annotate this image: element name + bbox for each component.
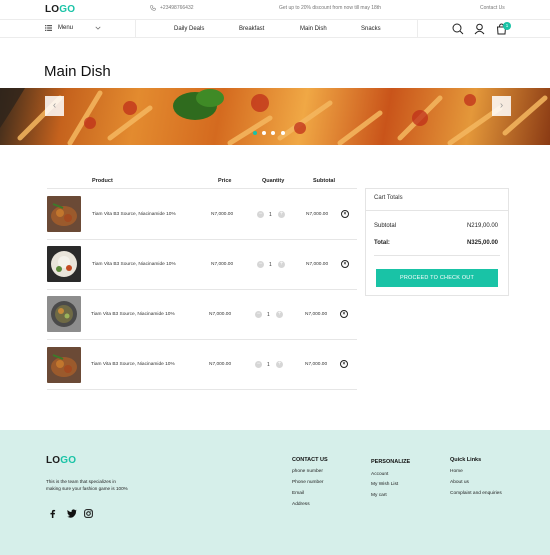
column-header-subtotal: Subtotal	[313, 178, 335, 184]
page-title: Main Dish	[44, 63, 111, 80]
carousel-dot[interactable]	[253, 131, 257, 135]
hero-prev-arrow[interactable]: ‹	[45, 96, 64, 116]
product-subtotal: N7,000.00	[306, 212, 329, 217]
header-logo[interactable]: LOGO	[45, 4, 75, 15]
top-bar: LOGO +23498766432 Get up to 20% discount…	[0, 0, 550, 19]
totals-divider	[366, 210, 508, 211]
remove-item-button[interactable]: ×	[341, 260, 349, 268]
quantity-increase-button[interactable]: +	[278, 261, 285, 268]
product-thumbnail[interactable]	[47, 296, 81, 332]
footer-link[interactable]: My Wish List	[371, 482, 398, 487]
column-header-quantity: Quantity	[262, 178, 285, 184]
footer-tagline: This is the team that specializes in mak…	[46, 479, 128, 491]
table-divider	[47, 188, 357, 189]
footer-link[interactable]: My cart	[371, 493, 387, 498]
totals-divider	[374, 255, 500, 256]
carousel-dot[interactable]	[281, 131, 285, 135]
column-header-price: Price	[218, 178, 232, 184]
carousel-dot[interactable]	[262, 131, 266, 135]
footer-logo[interactable]: LOGO	[46, 455, 76, 466]
footer-link[interactable]: Email	[292, 491, 304, 496]
menu-label: Menu	[58, 25, 74, 31]
footer-link[interactable]: About us	[450, 480, 469, 485]
table-divider	[47, 339, 357, 340]
quantity-decrease-button[interactable]: −	[257, 211, 264, 218]
product-price: N7,000.00	[209, 362, 232, 367]
footer-link[interactable]: Address	[292, 502, 310, 507]
table-divider	[47, 239, 357, 240]
footer-link[interactable]: Phone number	[292, 480, 323, 485]
product-name[interactable]: Tiam Vita B3 Source, Niacinamide 10%	[92, 212, 176, 217]
nav-divider	[135, 20, 136, 38]
subtotal-value: N219,00.00	[466, 223, 498, 229]
quantity-decrease-button[interactable]: −	[257, 261, 264, 268]
nav-divider	[417, 20, 418, 38]
product-thumbnail[interactable]	[47, 196, 81, 232]
nav-link-daily-deals[interactable]: Daily Deals	[174, 26, 204, 32]
quantity-decrease-button[interactable]: −	[255, 361, 262, 368]
carousel-dot[interactable]	[271, 131, 275, 135]
footer: LOGO This is the team that specializes i…	[0, 430, 550, 555]
product-price: N7,000.00	[211, 212, 234, 217]
footer-heading-quick-links: Quick Links	[450, 457, 482, 463]
footer-link[interactable]: Account	[371, 472, 388, 477]
total-value: N325,00.00	[466, 240, 498, 246]
nav-link-snacks[interactable]: Snacks	[361, 26, 381, 32]
main-nav: Menu Daily Deals Breakfast Main Dish Sna…	[0, 19, 550, 38]
footer-heading-personalize: PERSONALIZE	[371, 459, 411, 465]
quantity-increase-button[interactable]: +	[276, 311, 283, 318]
user-icon[interactable]	[474, 23, 485, 35]
total-label: Total:	[374, 240, 390, 246]
footer-link[interactable]: phone number	[292, 469, 323, 474]
quantity-increase-button[interactable]: +	[278, 211, 285, 218]
product-name[interactable]: Tiam Vita B3 Source, Niacinamide 10%	[91, 312, 175, 317]
subtotal-label: Subtotal	[374, 223, 397, 229]
search-icon[interactable]	[452, 23, 464, 35]
quantity-value: 1	[267, 312, 270, 318]
menu-button[interactable]: Menu	[45, 25, 101, 31]
product-price: N7,000.00	[209, 312, 232, 317]
footer-link[interactable]: Home	[450, 469, 463, 474]
pasta-hero-image	[0, 88, 548, 145]
cart-totals-title: Cart Totals	[374, 195, 403, 201]
footer-heading-contact: CONTACT US	[292, 457, 328, 463]
quantity-value: 1	[269, 262, 272, 268]
twitter-icon[interactable]	[67, 509, 77, 518]
remove-item-button[interactable]: ×	[340, 360, 348, 368]
product-price: N7,000.00	[211, 262, 234, 267]
product-subtotal: N7,000.00	[305, 312, 328, 317]
product-thumbnail[interactable]	[47, 347, 81, 383]
list-icon	[45, 25, 52, 31]
nav-link-main-dish[interactable]: Main Dish	[300, 26, 327, 32]
product-name[interactable]: Tiam Vita B3 Source, Niacinamide 10%	[92, 262, 176, 267]
cart-count-badge: 1	[503, 22, 511, 30]
proceed-to-checkout-button[interactable]: PROCEED TO CHECK OUT	[376, 269, 498, 287]
table-divider	[47, 389, 357, 390]
hero-next-arrow[interactable]: ›	[492, 96, 511, 116]
quantity-increase-button[interactable]: +	[276, 361, 283, 368]
facebook-icon[interactable]	[48, 509, 57, 518]
column-header-product: Product	[92, 178, 113, 184]
product-subtotal: N7,000.00	[306, 262, 329, 267]
phone-icon	[150, 5, 156, 11]
promo-text: Get up to 20% discount from now till may…	[279, 5, 381, 11]
cart-totals-panel: Cart Totals Subtotal N219,00.00 Total: N…	[365, 188, 509, 296]
quantity-decrease-button[interactable]: −	[255, 311, 262, 318]
footer-link[interactable]: Complaint and enquiries	[450, 491, 502, 496]
quantity-value: 1	[269, 212, 272, 218]
product-subtotal: N7,000.00	[305, 362, 328, 367]
nav-link-breakfast[interactable]: Breakfast	[239, 26, 264, 32]
hero-banner: ‹ ›	[0, 88, 550, 145]
quantity-value: 1	[267, 362, 270, 368]
chevron-down-icon	[95, 26, 101, 30]
table-divider	[47, 289, 357, 290]
phone-number: +23498766432	[160, 5, 194, 11]
remove-item-button[interactable]: ×	[340, 310, 348, 318]
product-name[interactable]: Tiam Vita B3 Source, Niacinamide 10%	[91, 362, 175, 367]
phone-info: +23498766432	[150, 5, 194, 11]
contact-us-link[interactable]: Contact Us	[480, 5, 505, 11]
remove-item-button[interactable]: ×	[341, 210, 349, 218]
instagram-icon[interactable]	[84, 509, 93, 518]
product-thumbnail[interactable]	[47, 246, 81, 282]
